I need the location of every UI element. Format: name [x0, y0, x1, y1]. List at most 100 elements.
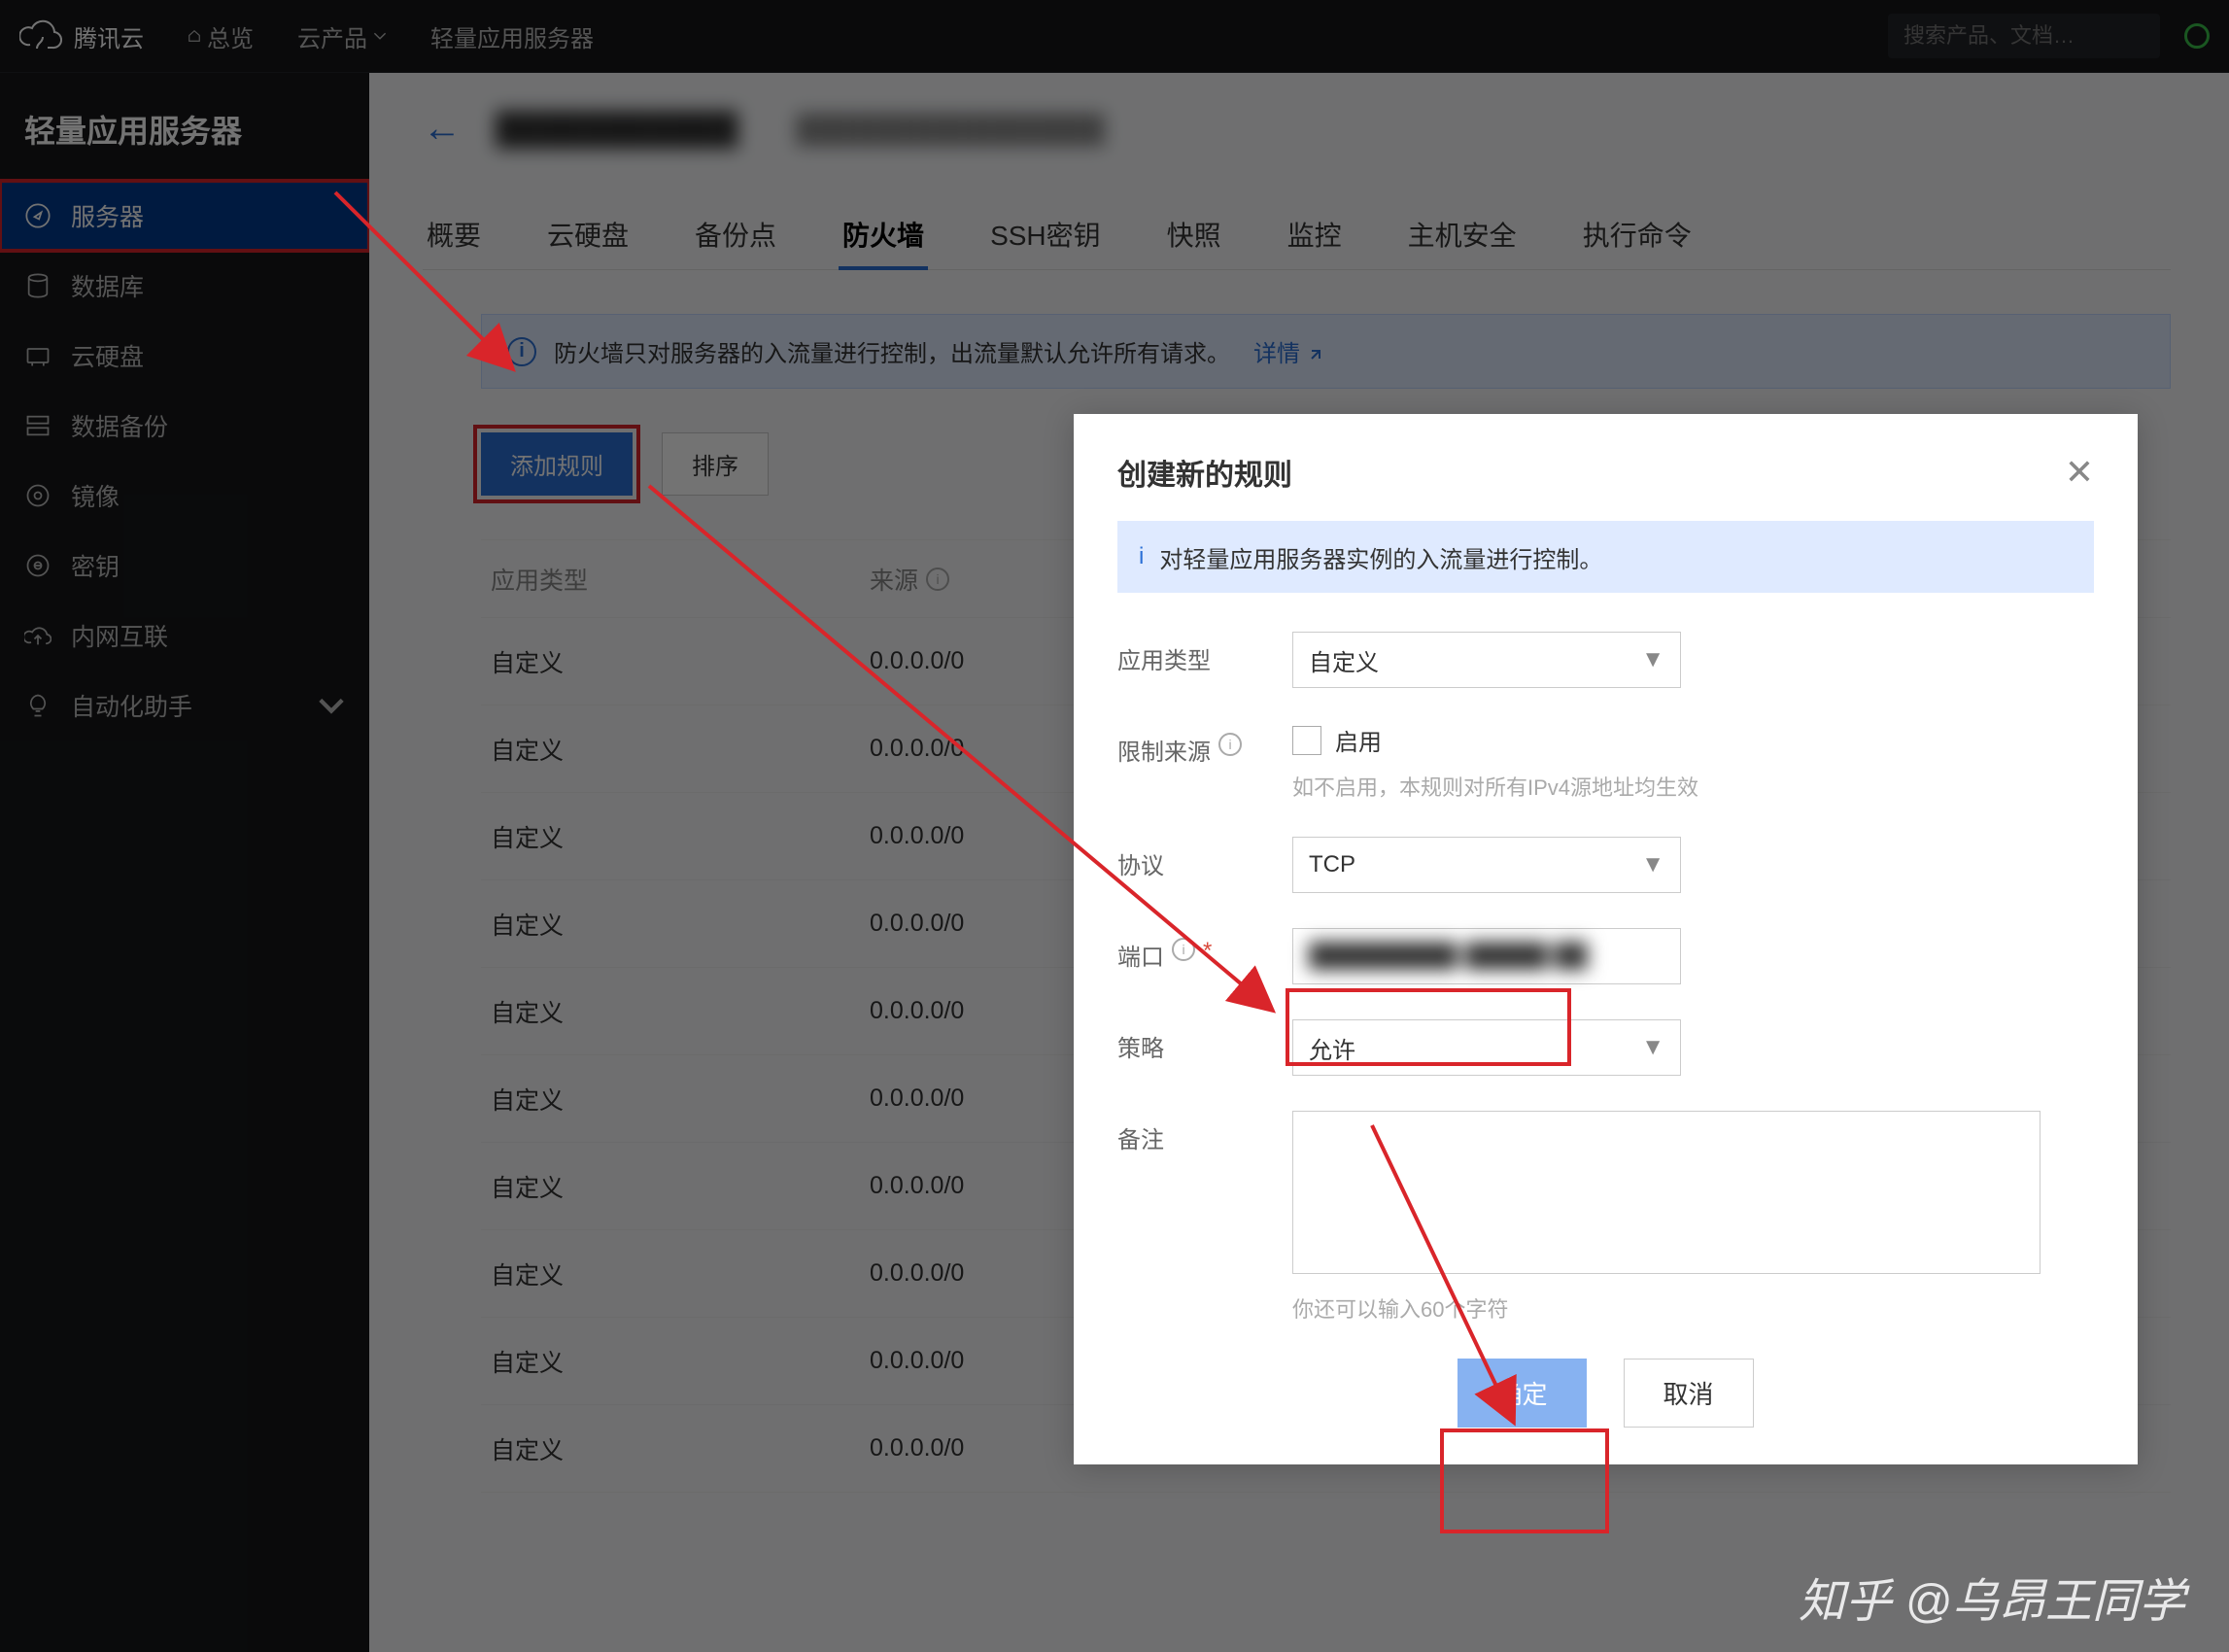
add-rule-button[interactable]: 添加规则: [481, 432, 633, 496]
sidebar-item-label: 数据备份: [71, 408, 168, 443]
cell-apptype: 自定义: [481, 644, 870, 679]
modal-info-banner: i 对轻量应用服务器实例的入流量进行控制。: [1117, 521, 2094, 593]
sidebar-item-intranet[interactable]: 内网互联: [0, 601, 369, 671]
label-restrict: 限制来源 i: [1117, 723, 1292, 802]
proto-select[interactable]: TCP ▼: [1292, 837, 1681, 893]
policy-select[interactable]: 允许 ▼: [1292, 1019, 1681, 1076]
remark-textarea[interactable]: [1292, 1111, 2040, 1274]
search-box[interactable]: [1888, 14, 2160, 58]
sidebar-item-label: 云硬盘: [71, 338, 144, 373]
label-apptype: 应用类型: [1117, 632, 1292, 688]
sidebar: 轻量应用服务器 服务器 数据库 云硬盘 数据备份 镜像 密钥 内网互联: [0, 73, 369, 1652]
nav-overview[interactable]: 总览: [188, 19, 254, 53]
help-icon[interactable]: i: [1218, 733, 1242, 756]
cell-apptype: 自定义: [481, 907, 870, 942]
info-banner-text: 防火墙只对服务器的入流量进行控制，出流量默认允许所有请求。: [554, 334, 1230, 368]
sidebar-item-backup[interactable]: 数据备份: [0, 391, 369, 461]
instance-subtitle: ████████████████: [796, 114, 1104, 145]
nav-service-name[interactable]: 轻量应用服务器: [430, 19, 594, 53]
sort-button[interactable]: 排序: [662, 432, 769, 496]
cell-apptype: 自定义: [481, 1169, 870, 1204]
apptype-select[interactable]: 自定义 ▼: [1292, 632, 1681, 688]
cell-apptype: 自定义: [481, 1344, 870, 1379]
key-icon: [24, 552, 51, 579]
tab-monitor[interactable]: 监控: [1284, 199, 1346, 269]
sidebar-item-label: 内网互联: [71, 618, 168, 653]
external-link-icon: [1307, 348, 1322, 363]
cloud-icon: [19, 19, 62, 52]
nav-products[interactable]: 云产品: [297, 19, 387, 53]
tab-snapshot[interactable]: 快照: [1163, 199, 1225, 269]
nav-products-label: 云产品: [297, 19, 367, 53]
tab-backup[interactable]: 备份点: [691, 199, 780, 269]
nav-overview-label: 总览: [207, 19, 254, 53]
database-icon: [24, 272, 51, 299]
home-icon: [188, 29, 201, 43]
info-icon: i: [507, 337, 536, 366]
help-icon[interactable]: i: [926, 568, 949, 591]
cloud-up-icon: [24, 622, 51, 649]
sidebar-item-label: 镜像: [71, 478, 120, 513]
chevron-down-icon: ▼: [1641, 1034, 1664, 1061]
remark-counter: 你还可以输入60个字符: [1292, 1292, 2094, 1324]
compass-icon: [24, 202, 51, 229]
tab-sshkey[interactable]: SSH密钥: [986, 199, 1105, 269]
label-policy: 策略: [1117, 1019, 1292, 1076]
sidebar-item-automation[interactable]: 自动化助手: [0, 671, 369, 740]
brand-logo[interactable]: 腾讯云: [19, 19, 144, 53]
sidebar-item-label: 服务器: [71, 198, 144, 233]
proto-select-value: TCP: [1309, 851, 1355, 878]
modal-banner-text: 对轻量应用服务器实例的入流量进行控制。: [1159, 540, 1602, 574]
backup-icon: [24, 412, 51, 439]
sidebar-item-image[interactable]: 镜像: [0, 461, 369, 531]
info-icon: i: [1139, 543, 1144, 570]
tab-overview[interactable]: 概要: [423, 199, 485, 269]
port-input[interactable]: █████████-█████:██: [1292, 928, 1681, 984]
tab-firewall[interactable]: 防火墙: [839, 199, 928, 269]
label-port: 端口 i *: [1117, 928, 1292, 984]
sidebar-item-key[interactable]: 密钥: [0, 531, 369, 601]
chevron-down-icon: [318, 692, 345, 719]
cell-apptype: 自定义: [481, 994, 870, 1029]
sidebar-title: 轻量应用服务器: [0, 92, 369, 181]
topbar: 腾讯云 总览 云产品 轻量应用服务器: [0, 0, 2229, 73]
brand-text: 腾讯云: [74, 19, 144, 53]
tab-bar: 概要 云硬盘 备份点 防火墙 SSH密钥 快照 监控 主机安全 执行命令: [423, 199, 2171, 270]
restrict-hint: 如不启用，本规则对所有IPv4源地址均生效: [1292, 771, 2094, 802]
sidebar-item-disk[interactable]: 云硬盘: [0, 321, 369, 391]
cell-apptype: 自定义: [481, 819, 870, 854]
status-indicator[interactable]: [2184, 23, 2210, 49]
tab-disk[interactable]: 云硬盘: [543, 199, 633, 269]
back-arrow[interactable]: ←: [423, 107, 462, 151]
cancel-button[interactable]: 取消: [1624, 1359, 1754, 1428]
tab-security[interactable]: 主机安全: [1404, 199, 1521, 269]
bulb-icon: [24, 692, 51, 719]
search-input[interactable]: [1903, 23, 2183, 49]
chevron-down-icon: ▼: [1641, 646, 1664, 673]
sidebar-item-server[interactable]: 服务器: [0, 181, 369, 251]
restrict-enable-label: 启用: [1335, 723, 1382, 757]
chevron-down-icon: ▼: [1641, 851, 1664, 878]
confirm-button[interactable]: 确定: [1457, 1359, 1586, 1428]
cell-apptype: 自定义: [481, 1431, 870, 1466]
disk-icon: [24, 342, 51, 369]
tab-exec[interactable]: 执行命令: [1579, 199, 1696, 269]
restrict-enable-checkbox[interactable]: [1292, 726, 1321, 755]
sidebar-item-label: 自动化助手: [71, 688, 192, 723]
policy-select-value: 允许: [1309, 1031, 1355, 1065]
col-apptype: 应用类型: [481, 562, 870, 597]
info-banner-link[interactable]: 详情: [1253, 334, 1322, 368]
target-icon: [24, 482, 51, 509]
instance-id: ███████████: [496, 111, 737, 147]
close-icon[interactable]: ✕: [2065, 452, 2094, 493]
chevron-down-icon: [373, 29, 387, 43]
label-proto: 协议: [1117, 837, 1292, 893]
help-icon[interactable]: i: [1172, 938, 1195, 961]
sidebar-item-database[interactable]: 数据库: [0, 251, 369, 321]
breadcrumb: ← ███████████ ████████████████: [423, 107, 2229, 151]
cell-apptype: 自定义: [481, 732, 870, 767]
topbar-right: [1888, 14, 2210, 58]
create-rule-modal: 创建新的规则 ✕ i 对轻量应用服务器实例的入流量进行控制。 应用类型 自定义 …: [1074, 414, 2138, 1464]
label-remark: 备注: [1117, 1111, 1292, 1324]
apptype-select-value: 自定义: [1309, 643, 1379, 677]
